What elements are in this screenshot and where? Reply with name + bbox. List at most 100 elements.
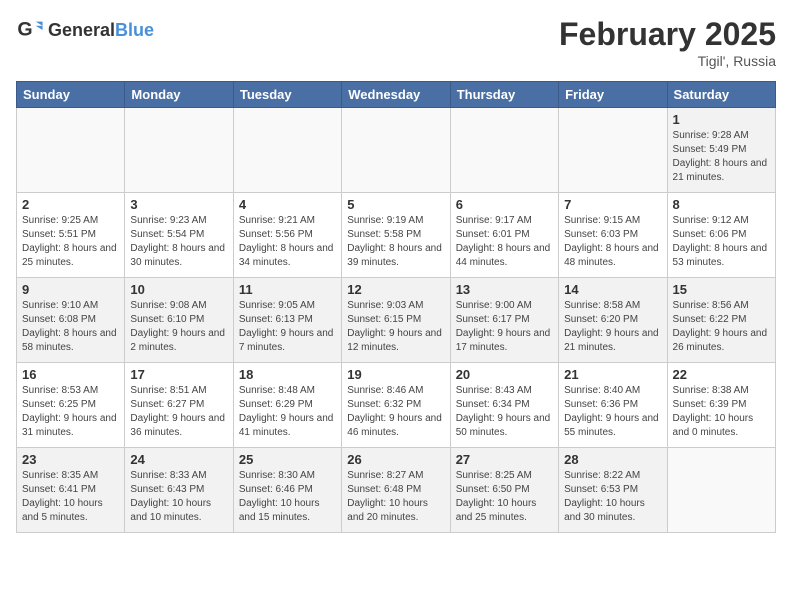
day-info: Sunrise: 9:15 AM Sunset: 6:03 PM Dayligh… — [564, 214, 661, 270]
calendar-cell: 16 Sunrise: 8:53 AM Sunset: 6:25 PM Dayli… — [17, 363, 125, 448]
day-info: Sunrise: 9:17 AM Sunset: 6:01 PM Dayligh… — [456, 214, 553, 270]
day-number: 15 — [673, 282, 770, 297]
day-info: Sunrise: 9:12 AM Sunset: 6:06 PM Dayligh… — [673, 214, 770, 270]
day-number: 14 — [564, 282, 661, 297]
day-info: Sunrise: 9:05 AM Sunset: 6:13 PM Dayligh… — [239, 299, 336, 355]
day-info: Sunrise: 9:21 AM Sunset: 5:56 PM Dayligh… — [239, 214, 336, 270]
day-number: 24 — [130, 452, 227, 467]
calendar-cell: 8 Sunrise: 9:12 AM Sunset: 6:06 PM Daylig… — [667, 193, 775, 278]
weekday-header-wednesday: Wednesday — [342, 82, 450, 108]
day-number: 25 — [239, 452, 336, 467]
day-number: 19 — [347, 367, 444, 382]
day-info: Sunrise: 8:53 AM Sunset: 6:25 PM Dayligh… — [22, 384, 119, 440]
calendar-cell — [233, 108, 341, 193]
weekday-header-sunday: Sunday — [17, 82, 125, 108]
day-info: Sunrise: 8:22 AM Sunset: 6:53 PM Dayligh… — [564, 469, 661, 525]
calendar-cell: 28Sunrise: 8:22 AM Sunset: 6:53 PM Dayli… — [559, 448, 667, 533]
calendar-cell: 1Sunrise: 9:28 AM Sunset: 5:49 PM Daylig… — [667, 108, 775, 193]
day-number: 7 — [564, 197, 661, 212]
day-number: 27 — [456, 452, 553, 467]
day-info: Sunrise: 9:03 AM Sunset: 6:15 PM Dayligh… — [347, 299, 444, 355]
calendar-cell: 18 Sunrise: 8:48 AM Sunset: 6:29 PM Dayli… — [233, 363, 341, 448]
day-number: 17 — [130, 367, 227, 382]
day-number: 23 — [22, 452, 119, 467]
day-number: 20 — [456, 367, 553, 382]
day-info: Sunrise: 8:40 AM Sunset: 6:36 PM Dayligh… — [564, 384, 661, 440]
calendar-cell: 13 Sunrise: 9:00 AM Sunset: 6:17 PM Dayli… — [450, 278, 558, 363]
calendar-cell: 17 Sunrise: 8:51 AM Sunset: 6:27 PM Dayli… — [125, 363, 233, 448]
calendar-cell: 6 Sunrise: 9:17 AM Sunset: 6:01 PM Daylig… — [450, 193, 558, 278]
weekday-header-monday: Monday — [125, 82, 233, 108]
calendar-cell: 7 Sunrise: 9:15 AM Sunset: 6:03 PM Daylig… — [559, 193, 667, 278]
day-number: 8 — [673, 197, 770, 212]
calendar-cell: 11 Sunrise: 9:05 AM Sunset: 6:13 PM Dayli… — [233, 278, 341, 363]
day-info: Sunrise: 9:25 AM Sunset: 5:51 PM Dayligh… — [22, 214, 119, 270]
week-row-5: 23 Sunrise: 8:35 AM Sunset: 6:41 PM Dayli… — [17, 448, 776, 533]
calendar-cell: 14Sunrise: 8:58 AM Sunset: 6:20 PM Dayli… — [559, 278, 667, 363]
calendar-cell — [125, 108, 233, 193]
calendar-cell: 21 Sunrise: 8:40 AM Sunset: 6:36 PM Dayli… — [559, 363, 667, 448]
day-number: 5 — [347, 197, 444, 212]
calendar-cell — [559, 108, 667, 193]
day-info: Sunrise: 8:35 AM Sunset: 6:41 PM Dayligh… — [22, 469, 119, 525]
calendar-table: SundayMondayTuesdayWednesdayThursdayFrid… — [16, 81, 776, 533]
weekday-header-friday: Friday — [559, 82, 667, 108]
calendar-cell: 3 Sunrise: 9:23 AM Sunset: 5:54 PM Daylig… — [125, 193, 233, 278]
title-area: February 2025 Tigil', Russia — [559, 16, 776, 69]
day-number: 16 — [22, 367, 119, 382]
day-info: Sunrise: 8:33 AM Sunset: 6:43 PM Dayligh… — [130, 469, 227, 525]
day-number: 4 — [239, 197, 336, 212]
calendar-cell: 9 Sunrise: 9:10 AM Sunset: 6:08 PM Daylig… — [17, 278, 125, 363]
day-number: 13 — [456, 282, 553, 297]
day-info: Sunrise: 9:19 AM Sunset: 5:58 PM Dayligh… — [347, 214, 444, 270]
calendar-cell: 24 Sunrise: 8:33 AM Sunset: 6:43 PM Dayli… — [125, 448, 233, 533]
day-number: 9 — [22, 282, 119, 297]
calendar-cell: 19 Sunrise: 8:46 AM Sunset: 6:32 PM Dayli… — [342, 363, 450, 448]
calendar-cell: 2 Sunrise: 9:25 AM Sunset: 5:51 PM Daylig… — [17, 193, 125, 278]
calendar-cell: 4 Sunrise: 9:21 AM Sunset: 5:56 PM Daylig… — [233, 193, 341, 278]
day-number: 10 — [130, 282, 227, 297]
day-number: 3 — [130, 197, 227, 212]
day-info: Sunrise: 9:00 AM Sunset: 6:17 PM Dayligh… — [456, 299, 553, 355]
calendar-cell — [342, 108, 450, 193]
day-info: Sunrise: 8:30 AM Sunset: 6:46 PM Dayligh… — [239, 469, 336, 525]
calendar-cell: 26Sunrise: 8:27 AM Sunset: 6:48 PM Dayli… — [342, 448, 450, 533]
day-info: Sunrise: 8:25 AM Sunset: 6:50 PM Dayligh… — [456, 469, 553, 525]
week-row-3: 9 Sunrise: 9:10 AM Sunset: 6:08 PM Daylig… — [17, 278, 776, 363]
calendar-cell: 22 Sunrise: 8:38 AM Sunset: 6:39 PM Dayli… — [667, 363, 775, 448]
day-info: Sunrise: 8:38 AM Sunset: 6:39 PM Dayligh… — [673, 384, 770, 440]
logo-blue: Blue — [115, 20, 154, 41]
calendar-cell: 15Sunrise: 8:56 AM Sunset: 6:22 PM Dayli… — [667, 278, 775, 363]
logo-general: General — [48, 20, 115, 41]
day-number: 6 — [456, 197, 553, 212]
svg-text:G: G — [17, 19, 32, 41]
day-info: Sunrise: 9:08 AM Sunset: 6:10 PM Dayligh… — [130, 299, 227, 355]
weekday-header-saturday: Saturday — [667, 82, 775, 108]
calendar-cell: 12 Sunrise: 9:03 AM Sunset: 6:15 PM Dayli… — [342, 278, 450, 363]
calendar-cell: 10 Sunrise: 9:08 AM Sunset: 6:10 PM Dayli… — [125, 278, 233, 363]
day-number: 1 — [673, 112, 770, 127]
day-info: Sunrise: 8:43 AM Sunset: 6:34 PM Dayligh… — [456, 384, 553, 440]
day-number: 18 — [239, 367, 336, 382]
location-subtitle: Tigil', Russia — [559, 53, 776, 69]
weekday-header-tuesday: Tuesday — [233, 82, 341, 108]
calendar-cell — [17, 108, 125, 193]
day-info: Sunrise: 9:23 AM Sunset: 5:54 PM Dayligh… — [130, 214, 227, 270]
calendar-cell: 27 Sunrise: 8:25 AM Sunset: 6:50 PM Dayli… — [450, 448, 558, 533]
day-number: 22 — [673, 367, 770, 382]
month-title: February 2025 — [559, 16, 776, 53]
day-number: 11 — [239, 282, 336, 297]
day-number: 21 — [564, 367, 661, 382]
week-row-2: 2 Sunrise: 9:25 AM Sunset: 5:51 PM Daylig… — [17, 193, 776, 278]
calendar-cell — [450, 108, 558, 193]
day-number: 12 — [347, 282, 444, 297]
weekday-header-row: SundayMondayTuesdayWednesdayThursdayFrid… — [17, 82, 776, 108]
calendar-cell: 5 Sunrise: 9:19 AM Sunset: 5:58 PM Daylig… — [342, 193, 450, 278]
page-header: G General Blue February 2025 Tigil', Rus… — [16, 16, 776, 69]
weekday-header-thursday: Thursday — [450, 82, 558, 108]
day-info: Sunrise: 8:48 AM Sunset: 6:29 PM Dayligh… — [239, 384, 336, 440]
day-info: Sunrise: 8:51 AM Sunset: 6:27 PM Dayligh… — [130, 384, 227, 440]
day-info: Sunrise: 8:46 AM Sunset: 6:32 PM Dayligh… — [347, 384, 444, 440]
day-number: 2 — [22, 197, 119, 212]
day-info: Sunrise: 9:10 AM Sunset: 6:08 PM Dayligh… — [22, 299, 119, 355]
